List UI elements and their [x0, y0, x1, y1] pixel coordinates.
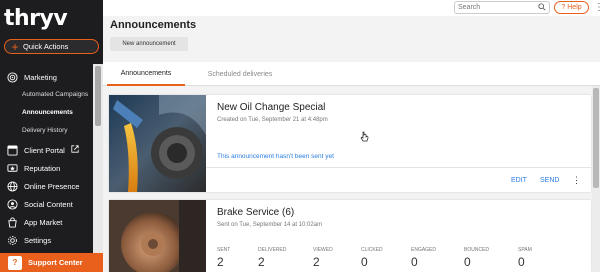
sidebar-item-label: Marketing — [24, 72, 57, 82]
sidebar-sub-delivery-history[interactable]: Delivery History — [22, 127, 68, 134]
tabs-bar: Announcements Scheduled deliveries — [103, 62, 600, 86]
stat-sent: SENT 2 — [217, 247, 231, 269]
app-market-icon — [6, 216, 18, 228]
card-title: Brake Service (6) — [217, 207, 295, 218]
sidebar-sub-automated-campaigns[interactable]: Automated Campaigns — [22, 91, 88, 98]
sidebar: thryv + Quick Actions Marketing Automate… — [0, 0, 103, 272]
card-subtitle: Sent on Tue, September 14 at 10:02am — [217, 222, 323, 228]
sidebar-item-label: Client Portal — [24, 145, 65, 155]
edit-button[interactable]: EDIT — [511, 177, 527, 184]
stat-delivered: DELIVERED 2 — [258, 247, 287, 269]
plus-icon: + — [11, 39, 19, 54]
quick-actions-label: Quick Actions — [23, 42, 69, 51]
quick-actions-button[interactable]: + Quick Actions — [4, 39, 99, 54]
sidebar-item-social-content[interactable]: Social Content — [6, 196, 92, 212]
search-placeholder: Search — [458, 4, 481, 11]
sidebar-item-client-portal[interactable]: Client Portal — [6, 142, 92, 158]
stat-engaged: ENGAGED 0 — [411, 247, 437, 269]
sidebar-item-marketing[interactable]: Marketing — [6, 69, 92, 85]
help-label: Help — [567, 4, 582, 11]
stat-bounced: BOUNCED 0 — [464, 247, 490, 269]
sidebar-item-label: Reputation — [24, 163, 61, 173]
tab-scheduled-deliveries[interactable]: Scheduled deliveries — [195, 62, 285, 86]
sidebar-scrollbar[interactable] — [93, 64, 103, 259]
sidebar-item-reputation[interactable]: Reputation — [6, 160, 92, 176]
help-button[interactable]: ? Help — [554, 1, 589, 14]
sidebar-item-app-market[interactable]: App Market — [6, 214, 92, 230]
card-subtitle: Created on Tue, September 21 at 4:48pm — [217, 117, 328, 123]
portal-icon — [6, 144, 18, 156]
search-input[interactable]: Search — [454, 1, 550, 14]
globe-icon — [6, 180, 18, 192]
gear-icon — [6, 234, 18, 246]
sidebar-item-label: App Market — [24, 217, 63, 227]
sidebar-item-settings[interactable]: Settings — [6, 232, 92, 248]
oil-change-image — [109, 95, 206, 192]
stat-spam: SPAM 0 — [518, 247, 532, 269]
page-title: Announcements — [110, 19, 197, 31]
card-divider — [206, 167, 591, 168]
support-center-button[interactable]: ? Support Center — [0, 253, 103, 272]
search-icon — [538, 3, 546, 15]
social-icon — [6, 198, 18, 210]
question-icon: ? — [561, 4, 566, 11]
sidebar-item-online-presence[interactable]: Online Presence — [6, 178, 92, 194]
new-announcement-button[interactable]: New announcement — [110, 37, 188, 51]
announcement-card[interactable]: Brake Service (6) Sent on Tue, September… — [109, 200, 591, 272]
tab-announcements[interactable]: Announcements — [107, 62, 185, 86]
card-more-icon[interactable]: ⋮ — [572, 175, 581, 186]
sidebar-sub-announcements[interactable]: Announcements — [22, 109, 73, 116]
main-scrollbar[interactable] — [592, 86, 600, 272]
more-options-icon[interactable]: ⋮ — [594, 2, 600, 13]
target-icon — [6, 71, 18, 83]
card-title: New Oil Change Special — [217, 102, 326, 113]
sidebar-item-label: Settings — [24, 235, 52, 245]
external-link-icon — [71, 145, 79, 155]
thryv-logo: thryv — [4, 6, 68, 31]
card-status-note: This announcement hasn't been sent yet — [217, 153, 334, 160]
reputation-icon — [6, 162, 18, 174]
stat-viewed: VIEWED 2 — [313, 247, 333, 269]
sidebar-item-label: Social Content — [24, 199, 73, 209]
send-button[interactable]: SEND — [540, 177, 559, 184]
sidebar-item-label: Online Presence — [24, 181, 80, 191]
support-center-label: Support Center — [28, 258, 83, 267]
stat-clicked: CLICKED 0 — [361, 247, 383, 269]
mouse-cursor-icon — [360, 131, 369, 142]
chat-icon: ? — [8, 255, 22, 270]
brake-service-image — [109, 200, 206, 272]
top-bar: Search ? Help ⋮ — [103, 0, 600, 16]
announcement-card[interactable]: New Oil Change Special Created on Tue, S… — [109, 95, 591, 192]
